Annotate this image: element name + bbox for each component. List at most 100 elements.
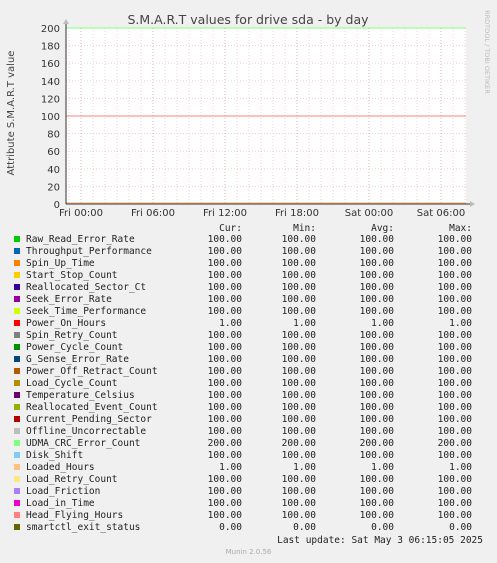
legend-cur-value: 100.00	[207, 342, 242, 353]
legend-min-value: 100.00	[281, 282, 316, 293]
legend-row: Seek_Time_Performance 100.00 100.00 100.00 1…	[14, 306, 484, 318]
legend-series-name: UDMA_CRC_Error_Count	[26, 438, 141, 449]
legend-swatch	[14, 428, 20, 434]
legend-row: UDMA_CRC_Error_Count 200.00 200.00 200.00 20…	[14, 438, 484, 450]
legend-series-name: G_Sense_Error_Rate	[26, 354, 129, 365]
legend-series-name: Throughput_Performance	[26, 246, 152, 257]
legend-series-name: Reallocated_Sector_Ct	[26, 282, 147, 293]
legend-min-value: 100.00	[281, 510, 316, 521]
x-tick-label: Fri 00:00	[59, 208, 103, 219]
y-tick-label: 140	[41, 77, 60, 88]
legend-min-value: 100.00	[281, 246, 316, 257]
legend-min-value: 100.00	[281, 474, 316, 485]
y-tick-label: 40	[47, 165, 60, 176]
legend-row: Temperature_Celsius 100.00 100.00 100.00 100…	[14, 390, 484, 402]
legend-series-name: Power_Cycle_Count	[26, 342, 124, 353]
legend-cur-value: 100.00	[207, 426, 242, 437]
legend-cur-value: 100.00	[207, 486, 242, 497]
legend-series-name: Power_On_Hours	[26, 318, 107, 329]
legend-min-value: 100.00	[281, 234, 316, 245]
legend-row: Disk_Shift 100.00 100.00 100.00 100.00	[14, 450, 484, 462]
chart: S.M.A.R.T values for drive sda - by day …	[6, 10, 491, 219]
header-min: Min:	[293, 223, 316, 234]
legend-series-name: Load_Friction	[26, 486, 101, 497]
legend-series-name: Temperature_Celsius	[26, 390, 135, 401]
legend-avg-value: 100.00	[359, 330, 394, 341]
legend-max-value: 100.00	[437, 414, 472, 425]
legend-min-value: 200.00	[281, 438, 316, 449]
legend-cur-value: 100.00	[207, 258, 242, 269]
legend-cur-value: 100.00	[207, 390, 242, 401]
x-tick-label: Fri 06:00	[131, 208, 175, 219]
legend-max-value: 100.00	[437, 426, 472, 437]
legend-avg-value: 200.00	[359, 438, 394, 449]
legend-avg-value: 100.00	[359, 270, 394, 281]
y-tick-label: 180	[41, 42, 60, 53]
legend-cur-value: 100.00	[207, 282, 242, 293]
legend-max-value: 100.00	[437, 402, 472, 413]
legend-min-value: 100.00	[281, 294, 316, 305]
legend-max-value: 100.00	[437, 330, 472, 341]
legend-avg-value: 100.00	[359, 510, 394, 521]
legend-min-value: 100.00	[281, 426, 316, 437]
legend-row: smartctl_exit_status 0.00 0.00 0.00 0.00	[14, 522, 484, 534]
legend-series-name: Load_Retry_Count	[26, 474, 118, 485]
legend-max-value: 100.00	[437, 294, 472, 305]
legend-cur-value: 100.00	[207, 270, 242, 281]
legend-max-value: 1.00	[449, 318, 472, 329]
header-max: Max:	[449, 223, 472, 234]
legend-row: G_Sense_Error_Rate 100.00 100.00 100.00 100.…	[14, 354, 484, 366]
legend-cur-value: 100.00	[207, 414, 242, 425]
legend-max-value: 100.00	[437, 390, 472, 401]
legend-max-value: 100.00	[437, 270, 472, 281]
legend-avg-value: 100.00	[359, 282, 394, 293]
legend-min-value: 100.00	[281, 258, 316, 269]
legend-max-value: 100.00	[437, 342, 472, 353]
legend-min-value: 100.00	[281, 498, 316, 509]
legend-series-name: Spin_Retry_Count	[26, 330, 118, 341]
legend-swatch	[14, 392, 20, 398]
legend-min-value: 100.00	[281, 390, 316, 401]
legend-avg-value: 1.00	[371, 462, 394, 473]
legend-avg-value: 100.00	[359, 306, 394, 317]
legend-row: Throughput_Performance 100.00 100.00 100.00…	[14, 246, 484, 258]
legend-min-value: 100.00	[281, 330, 316, 341]
legend-max-value: 100.00	[437, 234, 472, 245]
legend-row: Current_Pending_Sector 100.00 100.00 100.00…	[14, 414, 484, 426]
legend-avg-value: 100.00	[359, 294, 394, 305]
legend-cur-value: 100.00	[207, 402, 242, 413]
legend-swatch	[14, 512, 20, 518]
legend-cur-value: 100.00	[207, 294, 242, 305]
legend-cur-value: 100.00	[207, 450, 242, 461]
legend-row: Seek_Error_Rate 100.00 100.00 100.00 100.00	[14, 294, 484, 306]
legend-swatch	[14, 488, 20, 494]
y-tick-label: 200	[41, 24, 60, 35]
legend-avg-value: 1.00	[371, 318, 394, 329]
legend-max-value: 100.00	[437, 306, 472, 317]
legend-max-value: 100.00	[437, 366, 472, 377]
legend-row: Power_On_Hours 1.00 1.00 1.00 1.00	[14, 318, 484, 330]
legend-max-value: 1.00	[449, 462, 472, 473]
legend-row: Load_Cycle_Count 100.00 100.00 100.00 100.00	[14, 378, 484, 390]
legend-avg-value: 100.00	[359, 402, 394, 413]
legend-avg-value: 100.00	[359, 450, 394, 461]
legend-avg-value: 100.00	[359, 378, 394, 389]
legend-row: Load_in_Time 100.00 100.00 100.00 100.00	[14, 498, 484, 510]
x-tick-label: Sat 00:00	[345, 208, 393, 219]
legend-cur-value: 0.00	[219, 522, 242, 533]
y-axis-label: Attribute S.M.A.R.T value	[6, 51, 17, 176]
legend-avg-value: 100.00	[359, 426, 394, 437]
legend-series-name: Offline_Uncorrectable	[26, 426, 147, 437]
legend-avg-value: 100.00	[359, 246, 394, 257]
legend-min-value: 100.00	[281, 342, 316, 353]
legend-swatch	[14, 236, 20, 242]
legend-max-value: 0.00	[449, 522, 472, 533]
legend-cur-value: 1.00	[219, 318, 242, 329]
legend-max-value: 100.00	[437, 282, 472, 293]
legend-swatch	[14, 344, 20, 350]
legend-series-name: Start_Stop_Count	[26, 270, 118, 281]
legend-max-value: 100.00	[437, 378, 472, 389]
legend-row: Power_Off_Retract_Count 100.00 100.00 100.0…	[14, 366, 484, 378]
legend-series-name: Head_Flying_Hours	[26, 510, 124, 521]
legend-swatch	[14, 356, 20, 362]
